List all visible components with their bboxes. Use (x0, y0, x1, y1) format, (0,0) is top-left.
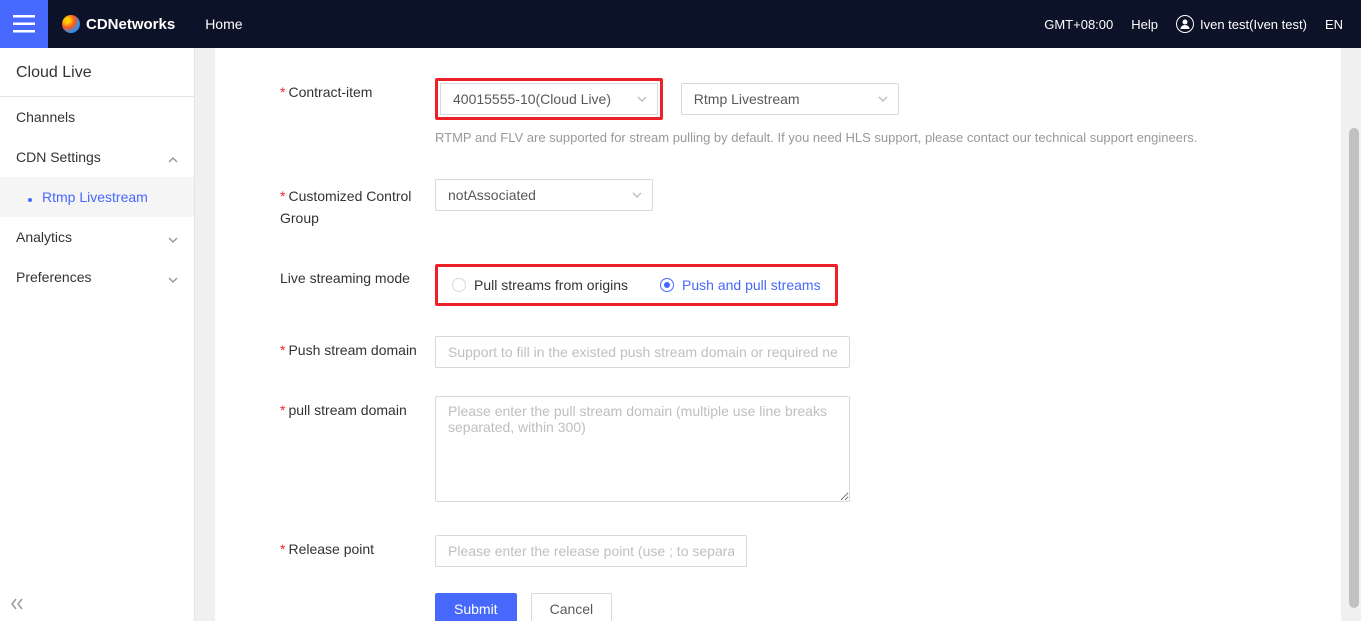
button-row: Submit Cancel (215, 593, 1341, 621)
release-point-input[interactable] (435, 535, 747, 567)
label-push-domain: *Push stream domain (280, 336, 435, 358)
sidebar-item-rtmp-livestream[interactable]: Rtmp Livestream (0, 177, 194, 217)
row-mode: Live streaming mode Pull streams from or… (215, 264, 1341, 306)
field-ccg: notAssociated (435, 179, 1341, 211)
radio-label: Pull streams from origins (474, 277, 628, 293)
pull-domain-textarea[interactable] (435, 396, 850, 502)
scrollbar-track[interactable] (1347, 48, 1361, 621)
select-value: 40015555-10(Cloud Live) (453, 91, 611, 107)
select-value: notAssociated (448, 187, 536, 203)
language-switch[interactable]: EN (1325, 17, 1343, 32)
sidebar-title: Cloud Live (0, 48, 194, 97)
brand-logo-icon (62, 15, 80, 33)
topbar-right: GMT+08:00 Help Iven test(Iven test) EN (1044, 15, 1361, 33)
highlight-mode-radios: Pull streams from origins Push and pull … (435, 264, 838, 306)
help-link[interactable]: Help (1131, 17, 1158, 32)
sidebar-item-channels[interactable]: Channels (0, 97, 194, 137)
radio-icon (660, 278, 674, 292)
contract-item-select[interactable]: 40015555-10(Cloud Live) (440, 83, 658, 115)
sidebar: Cloud Live Channels CDN Settings Rtmp Li… (0, 48, 195, 621)
push-domain-input[interactable] (435, 336, 850, 368)
required-mark: * (280, 342, 285, 358)
sidebar-item-label: Preferences (16, 269, 91, 285)
select-value: Rtmp Livestream (694, 91, 800, 107)
scrollbar-thumb[interactable] (1349, 128, 1359, 608)
row-push-domain: *Push stream domain (215, 336, 1341, 368)
field-contract-item: 40015555-10(Cloud Live) Rtmp Livestream (435, 78, 1341, 120)
brand: CDNetworks (62, 15, 175, 33)
bullet-icon (28, 198, 32, 202)
chevron-down-icon (168, 272, 178, 282)
user-icon (1176, 15, 1194, 33)
radio-label: Push and pull streams (682, 277, 821, 293)
highlight-contract-select: 40015555-10(Cloud Live) (435, 78, 663, 120)
required-mark: * (280, 541, 285, 557)
hamburger-icon (13, 15, 35, 33)
radio-pull-from-origins[interactable]: Pull streams from origins (452, 277, 628, 293)
label-pull-domain: *pull stream domain (280, 396, 435, 418)
sidebar-item-label: Channels (16, 109, 75, 125)
sidebar-item-preferences[interactable]: Preferences (0, 257, 194, 297)
double-chevron-left-icon (8, 595, 26, 613)
label-ccg: *Customized Control Group (280, 179, 435, 230)
field-release-point (435, 535, 1341, 567)
sidebar-item-analytics[interactable]: Analytics (0, 217, 194, 257)
contract-type-select[interactable]: Rtmp Livestream (681, 83, 899, 115)
cancel-button[interactable]: Cancel (531, 593, 613, 621)
brand-text: CDNetworks (86, 16, 175, 33)
radio-icon (452, 278, 466, 292)
ccg-select[interactable]: notAssociated (435, 179, 653, 211)
home-link[interactable]: Home (205, 16, 242, 32)
user-menu[interactable]: Iven test(Iven test) (1176, 15, 1307, 33)
sidebar-collapse-button[interactable] (8, 595, 26, 613)
sidebar-item-cdn-settings[interactable]: CDN Settings (0, 137, 194, 177)
chevron-down-icon (168, 232, 178, 242)
timezone-label[interactable]: GMT+08:00 (1044, 17, 1113, 32)
radio-push-and-pull[interactable]: Push and pull streams (660, 277, 821, 293)
chevron-up-icon (168, 152, 178, 162)
sidebar-item-label: Analytics (16, 229, 72, 245)
required-mark: * (280, 402, 285, 418)
sidebar-item-label: CDN Settings (16, 149, 101, 165)
chevron-down-icon (878, 91, 888, 107)
user-name: Iven test(Iven test) (1200, 17, 1307, 32)
sidebar-item-label: Rtmp Livestream (42, 189, 148, 205)
field-mode: Pull streams from origins Push and pull … (435, 264, 1341, 306)
row-pull-domain: *pull stream domain (215, 396, 1341, 505)
contract-help-text: RTMP and FLV are supported for stream pu… (215, 130, 1341, 145)
field-push-domain (435, 336, 1341, 368)
chevron-down-icon (632, 187, 642, 203)
label-mode: Live streaming mode (280, 264, 435, 286)
main-area: *Contract-item 40015555-10(Cloud Live) R… (195, 48, 1361, 621)
top-header: CDNetworks Home GMT+08:00 Help Iven test… (0, 0, 1361, 48)
row-ccg: *Customized Control Group notAssociated (215, 179, 1341, 230)
required-mark: * (280, 84, 285, 100)
chevron-down-icon (637, 91, 647, 107)
row-contract-item: *Contract-item 40015555-10(Cloud Live) R… (215, 78, 1341, 120)
label-release-point: *Release point (280, 535, 435, 557)
field-pull-domain (435, 396, 1341, 505)
menu-toggle-button[interactable] (0, 0, 48, 48)
label-contract-item: *Contract-item (280, 78, 435, 100)
form-panel: *Contract-item 40015555-10(Cloud Live) R… (215, 48, 1341, 621)
submit-button[interactable]: Submit (435, 593, 517, 621)
row-release-point: *Release point (215, 535, 1341, 567)
required-mark: * (280, 188, 285, 204)
